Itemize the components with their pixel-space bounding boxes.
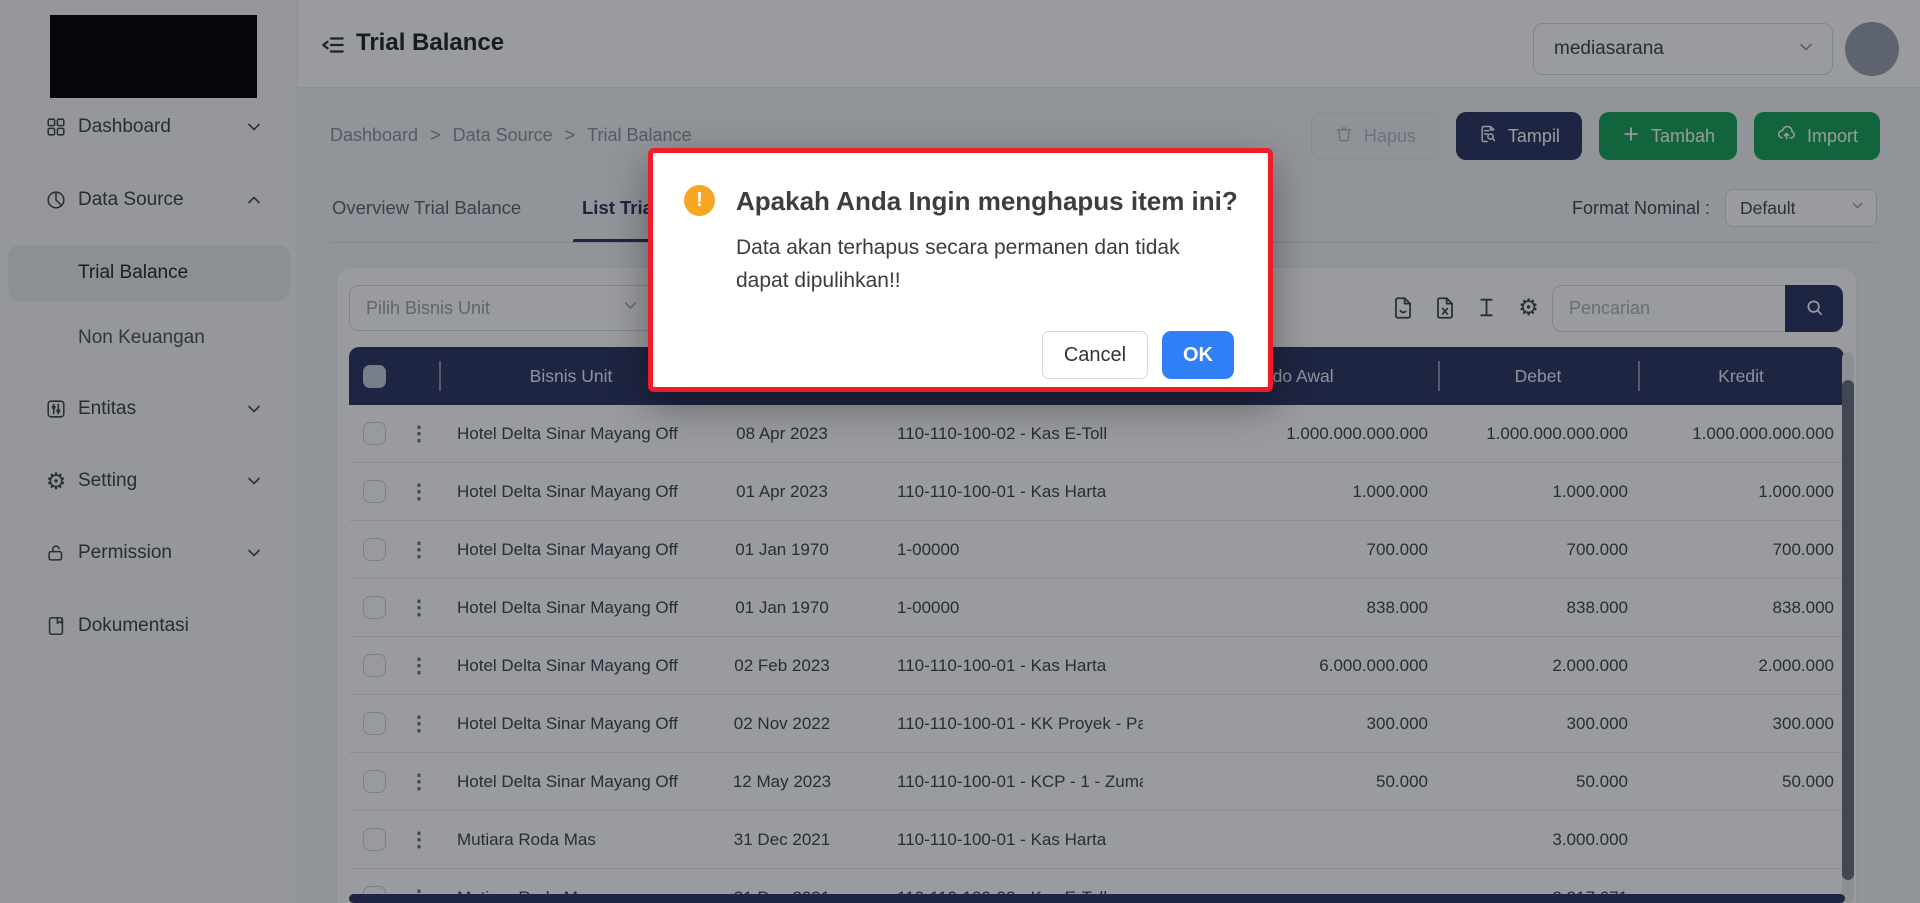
- warning-icon: !: [684, 185, 715, 216]
- cancel-button[interactable]: Cancel: [1042, 331, 1148, 379]
- modal-title: Apakah Anda Ingin menghapus item ini?: [736, 186, 1238, 217]
- modal-backdrop: [0, 0, 1920, 903]
- delete-confirm-modal: ! Apakah Anda Ingin menghapus item ini? …: [648, 148, 1273, 392]
- ok-button[interactable]: OK: [1162, 331, 1234, 379]
- modal-body-text: Data akan terhapus secara permanen dan t…: [736, 231, 1206, 297]
- app-root: DashboardData SourceTrial BalanceNon Keu…: [0, 0, 1920, 903]
